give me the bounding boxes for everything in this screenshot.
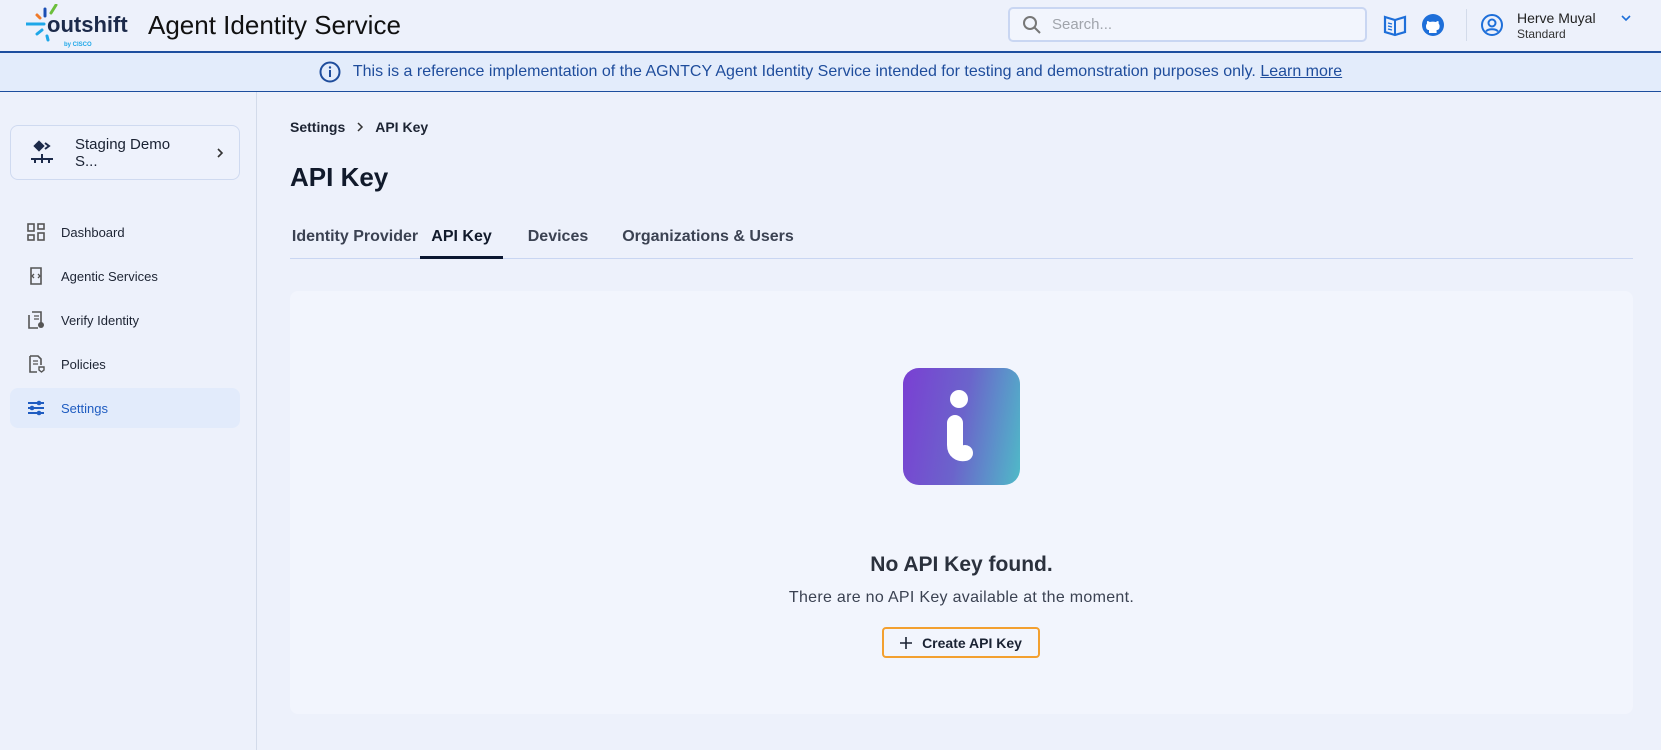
sidebar-item-settings[interactable]: Settings <box>10 388 240 428</box>
banner-text: This is a reference implementation of th… <box>352 63 1256 80</box>
user-avatar-icon[interactable] <box>1480 13 1504 37</box>
tab-api-key[interactable]: API Key <box>420 222 503 259</box>
svg-text:outshift: outshift <box>47 12 128 37</box>
empty-title: No API Key found. <box>870 553 1053 576</box>
sidebar-item-label: Dashboard <box>61 224 125 240</box>
plus-icon <box>900 636 913 649</box>
code-file-icon <box>30 267 42 285</box>
app-title: Agent Identity Service <box>148 10 401 40</box>
sidebar-item-verify-identity[interactable]: Verify Identity <box>10 300 240 340</box>
tab-devices[interactable]: Devices <box>503 222 613 259</box>
create-api-key-button[interactable]: Create API Key <box>882 627 1040 658</box>
user-plan: Standard <box>1517 27 1566 41</box>
github-icon[interactable] <box>1421 13 1445 37</box>
org-name: Staging Demo S... <box>75 135 171 170</box>
sidebar-item-label: Verify Identity <box>61 312 140 328</box>
policy-document-icon <box>29 355 45 373</box>
sidebar-item-label: Settings <box>61 400 108 416</box>
sidebar: Staging Demo S... Dashboard Agentic Serv… <box>0 92 257 750</box>
tab-identity-provider[interactable]: Identity Provider <box>290 222 420 259</box>
search-input[interactable] <box>1052 16 1352 33</box>
breadcrumb-settings[interactable]: Settings <box>290 119 345 135</box>
breadcrumb: Settings API Key <box>290 119 428 135</box>
docs-book-icon[interactable] <box>1383 13 1407 37</box>
sidebar-item-agentic-services[interactable]: Agentic Services <box>10 256 240 296</box>
svg-text:by CISCO: by CISCO <box>64 42 92 48</box>
sidebar-item-label: Agentic Services <box>61 268 158 284</box>
header-divider <box>1466 9 1467 41</box>
empty-subtitle: There are no API Key available at the mo… <box>788 589 1135 606</box>
search-icon <box>1023 15 1041 34</box>
info-banner: This is a reference implementation of th… <box>0 53 1661 92</box>
search-box[interactable] <box>1008 7 1367 42</box>
info-icon <box>319 61 341 83</box>
chevron-right-icon <box>217 147 224 158</box>
chevron-down-icon[interactable] <box>1620 14 1632 22</box>
info-illustration-icon <box>903 368 1020 485</box>
dashboard-icon <box>27 223 45 241</box>
settings-sliders-icon <box>28 400 44 416</box>
org-switcher[interactable]: Staging Demo S... <box>10 125 240 180</box>
verify-document-icon <box>28 311 44 329</box>
chevron-right-icon <box>357 122 364 132</box>
tab-organizations-users[interactable]: Organizations & Users <box>613 222 803 259</box>
sidebar-item-dashboard[interactable]: Dashboard <box>10 212 240 252</box>
settings-tabs: Identity Provider API Key Devices Organi… <box>290 222 1633 259</box>
learn-more-link[interactable]: Learn more <box>1260 63 1342 80</box>
user-name[interactable]: Herve Muyal <box>1517 10 1596 26</box>
breadcrumb-current: API Key <box>375 119 429 135</box>
sidebar-item-policies[interactable]: Policies <box>10 344 240 384</box>
page-title: API Key <box>290 162 389 192</box>
create-api-key-label: Create API Key <box>922 634 1022 651</box>
outshift-logo[interactable]: outshift by CISCO <box>26 4 136 48</box>
top-header: outshift by CISCO Agent Identity Service… <box>0 0 1661 53</box>
organization-icon <box>31 139 53 163</box>
sidebar-item-label: Policies <box>61 356 106 372</box>
empty-state-panel: No API Key found. There are no API Key a… <box>290 291 1633 714</box>
